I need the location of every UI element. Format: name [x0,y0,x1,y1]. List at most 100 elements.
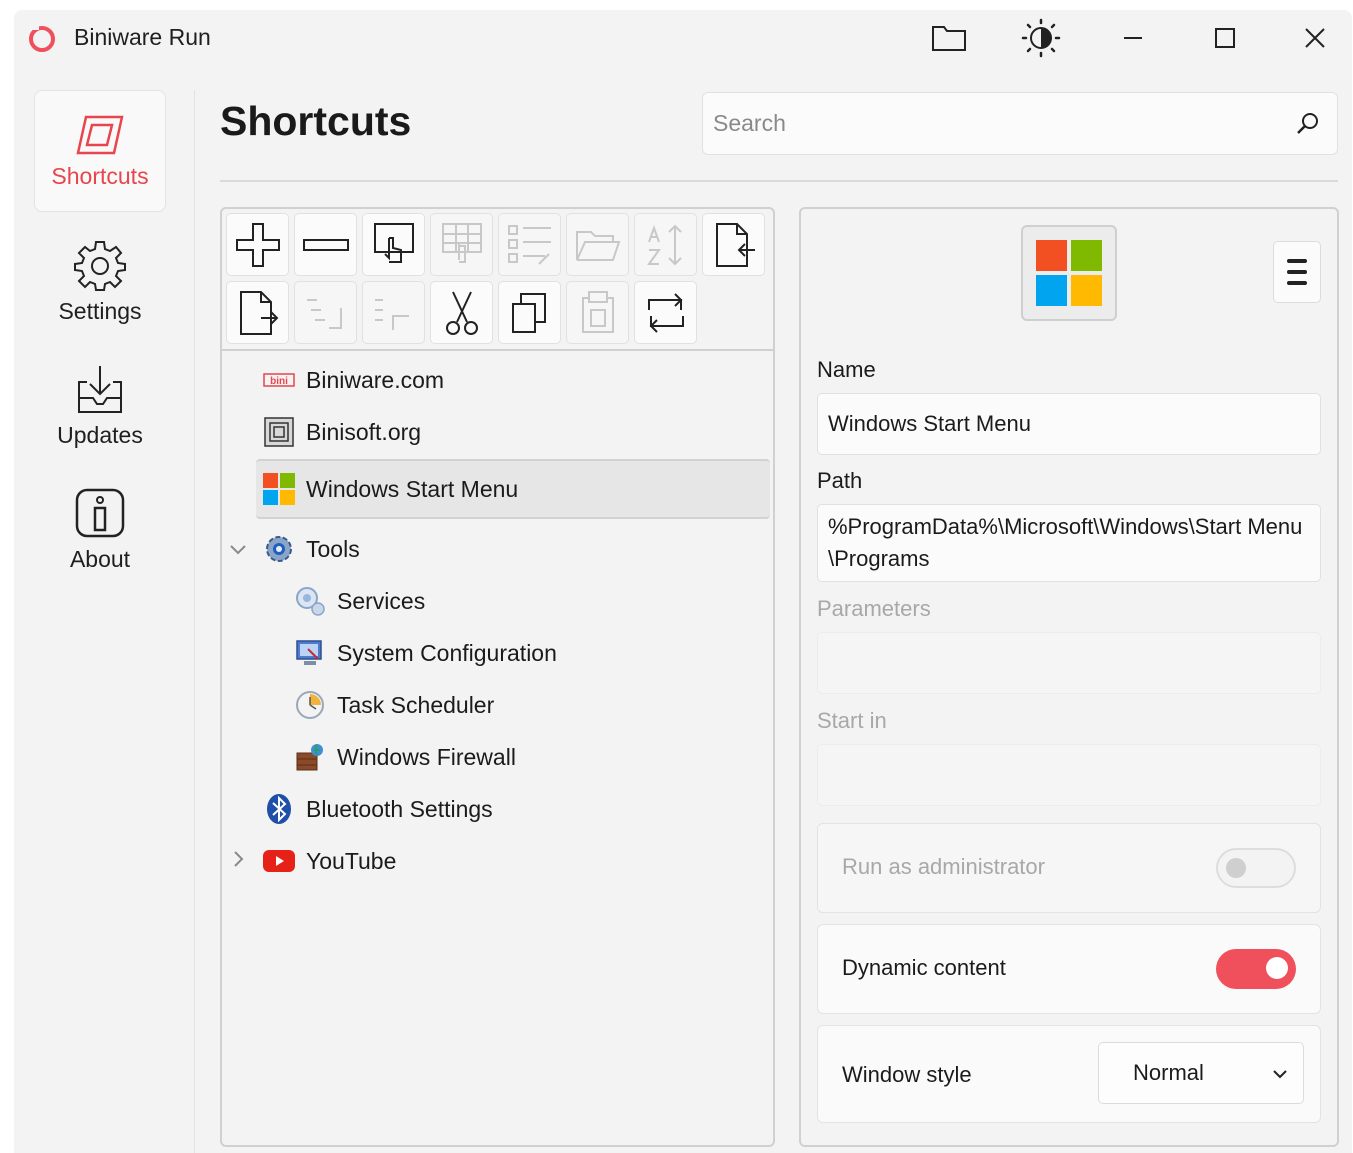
sort-az-icon [646,224,682,265]
refresh-button[interactable] [634,281,697,344]
open-folder-icon [575,230,620,261]
tree-item-label: Biniware.com [306,366,445,393]
start-in-label: Start in [817,708,887,733]
binisoft-icon [262,415,296,449]
shortcut-icon-button[interactable] [1021,225,1117,321]
page-title: Shortcuts [220,98,412,144]
nav-label-about: About [69,545,131,572]
windows-icon [262,472,296,506]
export-file-icon [239,290,278,335]
app-title: Biniware Run [74,24,211,50]
firewall-icon [293,740,327,774]
parameters-label: Parameters [817,596,931,621]
shortcuts-tree-panel: bini Biniware.com Binisoft.org Windows S… [220,207,775,1147]
minimize-button[interactable] [1108,18,1158,58]
refresh-icon [647,292,684,333]
nav-shortcuts[interactable]: Shortcuts [34,90,166,212]
run-pointer-icon [373,222,414,263]
task-scheduler-icon [293,688,327,722]
parameters-field[interactable] [817,632,1321,694]
info-icon [75,488,125,537]
theme-toggle-button[interactable] [1016,18,1066,58]
run-button[interactable] [362,213,425,276]
export-button[interactable] [226,281,289,344]
services-icon [293,584,327,618]
tree-item-windows-firewall[interactable]: Windows Firewall [293,731,516,783]
run-as-admin-toggle[interactable] [1216,848,1296,888]
tree-item-system-configuration[interactable]: System Configuration [293,627,557,679]
tree-item-bluetooth-settings[interactable]: Bluetooth Settings [262,783,493,835]
windows-icon [1036,240,1102,306]
open-folder-button[interactable] [924,18,974,58]
svg-text:bini: bini [270,376,288,387]
path-field[interactable]: %ProgramData%\Microsoft\Windows\Start Me… [817,504,1321,582]
shortcuts-toolbar [222,209,773,351]
run-as-admin-label: Run as administrator [842,854,1045,879]
grid-pointer-icon [441,222,482,263]
list-details-button[interactable] [498,213,561,276]
indent-button[interactable] [294,281,357,344]
tools-gear-icon [262,532,296,566]
outdent-icon [374,298,409,330]
dynamic-content-card: Dynamic content [817,924,1321,1014]
minus-icon [302,238,349,251]
window-style-select[interactable]: Normal [1098,1042,1304,1104]
name-label: Name [817,357,876,382]
shortcuts-icon [76,115,124,154]
tree-item-label: Windows Start Menu [306,475,519,502]
gear-icon [74,240,126,291]
nav-label-shortcuts: Shortcuts [51,162,149,189]
copy-button[interactable] [498,281,561,344]
app-window: Biniware Run Shortcuts Settings Updates … [14,10,1352,1153]
nav-label-settings: Settings [58,297,142,324]
paste-button[interactable] [566,281,629,344]
maximize-button[interactable] [1200,18,1250,58]
chevron-down-icon[interactable] [228,539,248,559]
start-in-field[interactable] [817,744,1321,806]
tree-item-label: Binisoft.org [306,418,422,445]
chevron-right-icon[interactable] [228,849,248,869]
add-button[interactable] [226,213,289,276]
biniware-run-logo-icon [29,24,55,52]
hamburger-menu-icon [1287,259,1307,285]
tree-item-label: Bluetooth Settings [306,795,493,822]
tree-item-task-scheduler[interactable]: Task Scheduler [293,679,494,731]
youtube-icon [262,844,296,878]
nav-divider [194,90,195,1153]
search-box [702,92,1338,155]
sort-button[interactable] [634,213,697,276]
outdent-button[interactable] [362,281,425,344]
name-field[interactable]: Windows Start Menu [817,393,1321,455]
search-icon[interactable] [1295,111,1321,137]
nav-updates[interactable]: Updates [34,346,166,464]
tree-item-services[interactable]: Services [293,575,425,627]
tree-item-tools[interactable]: Tools [262,523,360,575]
nav-settings[interactable]: Settings [34,222,166,340]
toggle-knob [1226,858,1246,878]
dynamic-content-toggle[interactable] [1216,949,1296,989]
tree-item-youtube[interactable]: YouTube [262,835,396,887]
dynamic-content-label: Dynamic content [842,955,1006,980]
run-as-admin-card: Run as administrator [817,823,1321,913]
open-location-button[interactable] [566,213,629,276]
shortcut-details-panel: Name Windows Start Menu Path %ProgramDat… [799,207,1339,1147]
tree-item-windows-start-menu[interactable]: Windows Start Menu [256,459,770,519]
tree-item-label: Tools [306,535,360,562]
remove-button[interactable] [294,213,357,276]
cut-button[interactable] [430,281,493,344]
plus-icon [235,222,280,267]
tree-item-binisoft[interactable]: Binisoft.org [262,406,421,458]
tree-item-label: System Configuration [337,639,557,666]
download-icon [78,365,122,413]
scissors-icon [445,291,478,335]
tree-item-biniware[interactable]: bini Biniware.com [262,354,444,406]
import-button[interactable] [702,213,765,276]
nav-about[interactable]: About [34,470,166,588]
import-file-icon [715,222,755,267]
more-options-button[interactable] [1273,241,1321,303]
search-input[interactable] [713,101,1273,145]
run-grid-button[interactable] [430,213,493,276]
nav-label-updates: Updates [57,421,143,448]
close-button[interactable] [1290,18,1340,58]
window-style-value: Normal [1133,1060,1204,1085]
